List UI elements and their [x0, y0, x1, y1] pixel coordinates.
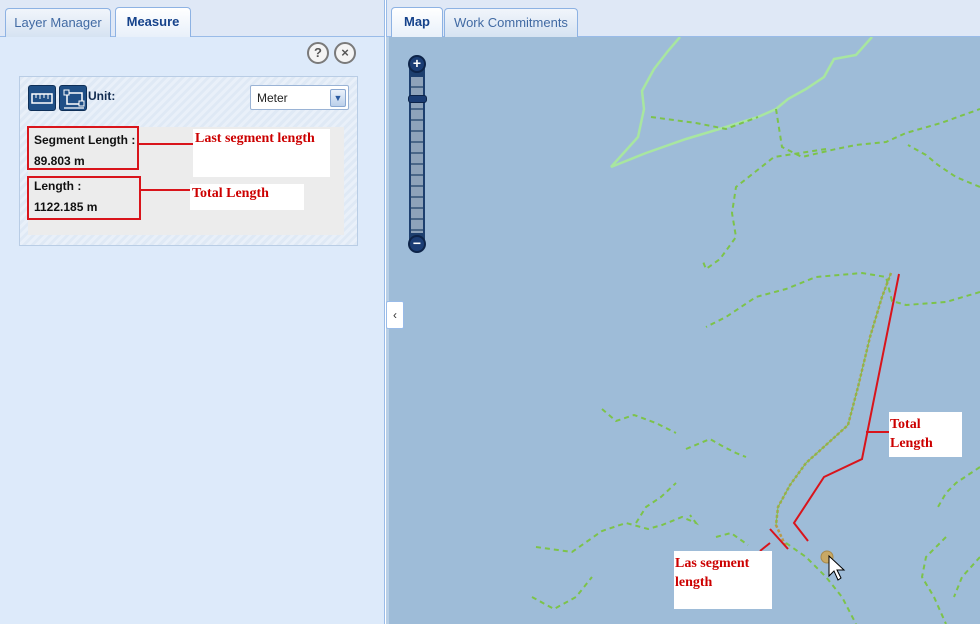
measure-distance-icon: [31, 93, 53, 104]
zoom-in-button[interactable]: +: [408, 55, 426, 73]
trail-solid: [610, 37, 873, 169]
measure-area-button[interactable]: [59, 85, 87, 111]
segment-callout-line: [139, 143, 195, 145]
left-tabstrip: Layer Manager Measure: [0, 0, 384, 37]
help-button[interactable]: ?: [307, 42, 329, 64]
zoom-in-icon: +: [412, 55, 422, 71]
total-length-annotation: Total Length: [190, 184, 304, 210]
zoom-out-icon: −: [412, 235, 422, 251]
close-icon: ×: [341, 45, 349, 60]
unit-select[interactable]: Meter ▼: [250, 85, 349, 110]
map-total-length-annotation: Total Length: [889, 412, 962, 457]
chevron-down-icon[interactable]: ▼: [330, 89, 346, 107]
mouse-cursor-icon: [828, 554, 846, 581]
right-panel: Map Work Commitments + − Total Length La…: [386, 0, 980, 624]
total-length-bracket: [759, 273, 900, 552]
unit-select-value: Meter: [257, 91, 288, 105]
zoom-slider-thumb[interactable]: [408, 95, 427, 103]
unit-label: Unit:: [88, 89, 116, 103]
help-icon: ?: [314, 45, 322, 60]
close-button[interactable]: ×: [334, 42, 356, 64]
map-canvas: [531, 37, 980, 624]
tab-work-commitments[interactable]: Work Commitments: [444, 8, 578, 37]
dotted-trails: [531, 108, 980, 624]
measure-area-icon: [63, 89, 85, 109]
zoom-out-button[interactable]: −: [408, 235, 426, 253]
chevron-left-icon: ‹: [393, 308, 397, 322]
measure-distance-button[interactable]: [28, 85, 56, 111]
length-callout-line: [141, 189, 191, 191]
measure-path: [774, 272, 893, 548]
map-last-segment-annotation: Las segment length: [674, 551, 772, 609]
measure-panel-body: ? × Unit: Meter ▼ Segment Length: 89.80…: [0, 37, 384, 624]
map-view[interactable]: + − Total Length Las segment length: [386, 37, 980, 624]
tab-map[interactable]: Map: [391, 7, 443, 37]
collapse-panel-button[interactable]: ‹: [386, 301, 404, 329]
tab-measure[interactable]: Measure: [115, 7, 191, 37]
length-highlight-box: [27, 176, 141, 220]
last-segment-annotation: Last segment length: [193, 129, 330, 177]
left-panel: Layer Manager Measure ? × Unit: Meter ▼ …: [0, 0, 385, 624]
segment-highlight-box: [27, 126, 139, 170]
tab-layer-manager[interactable]: Layer Manager: [5, 8, 111, 37]
right-tabstrip: Map Work Commitments: [386, 0, 980, 37]
